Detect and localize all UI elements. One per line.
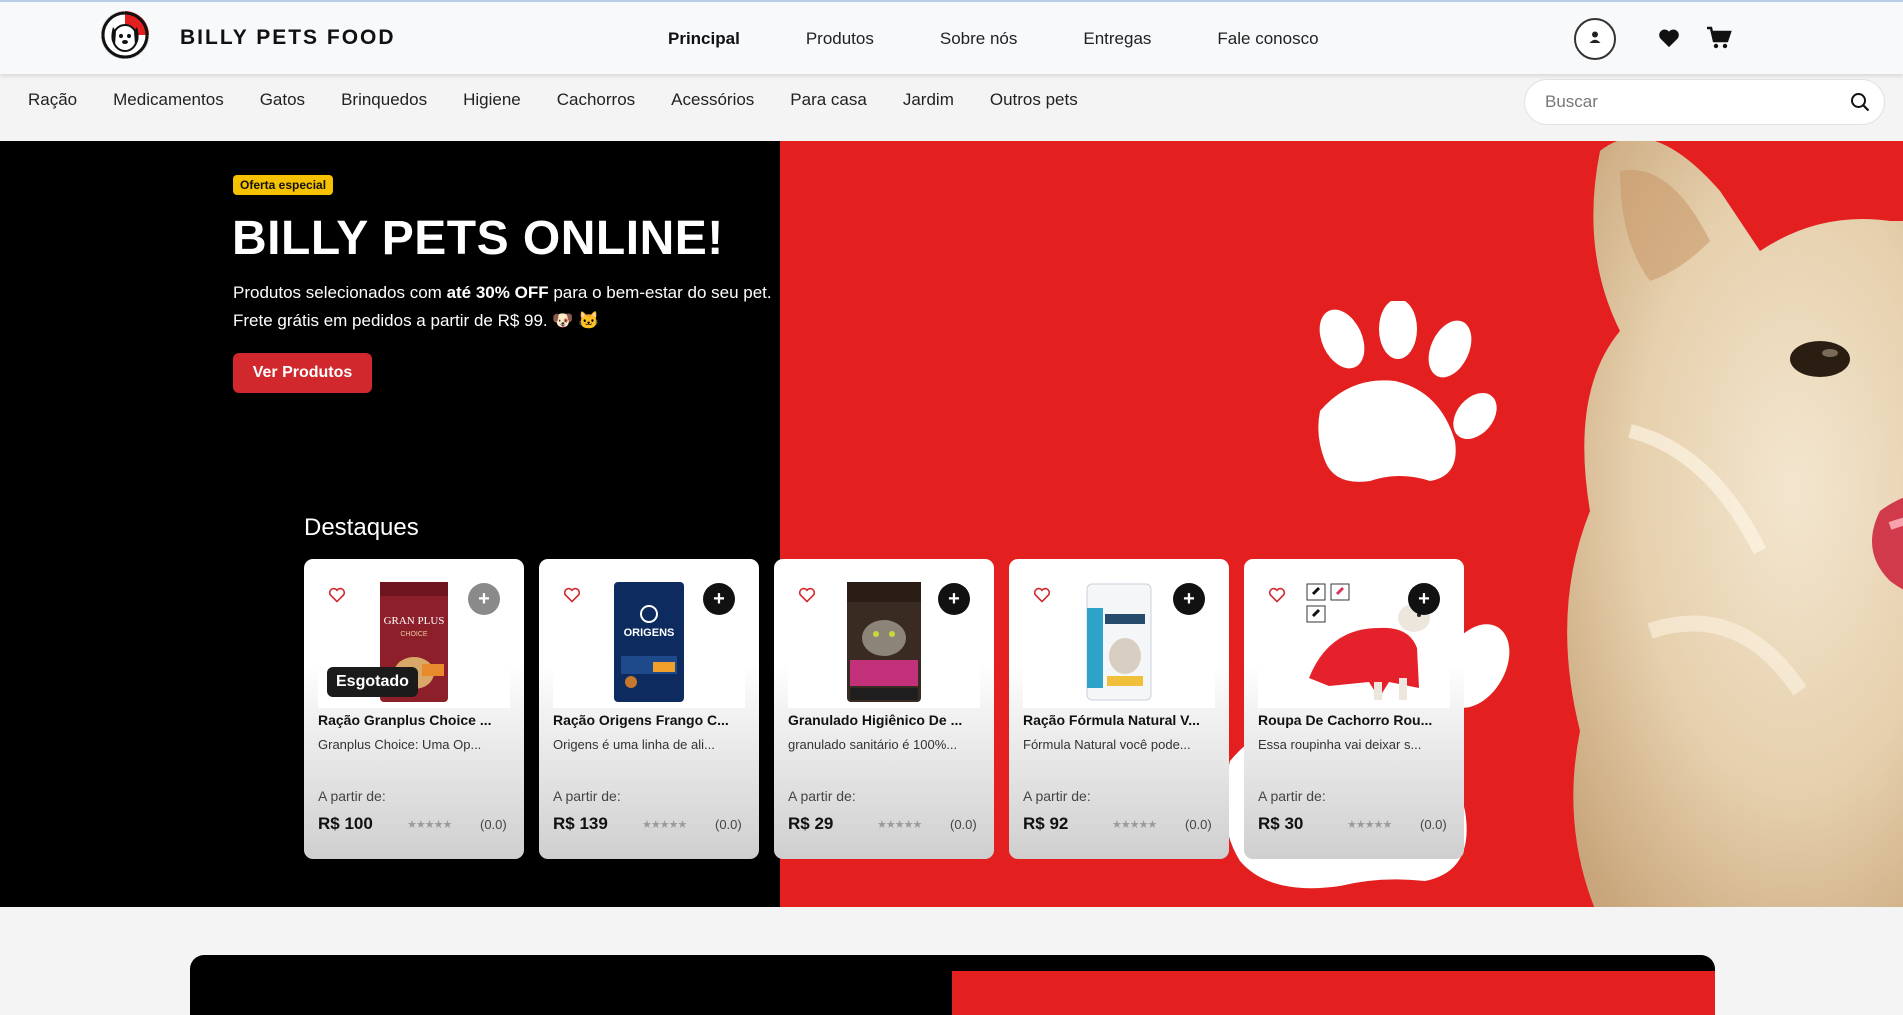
favorite-heart-icon[interactable] bbox=[328, 587, 346, 608]
package-label-granplus-sub: CHOICE bbox=[400, 631, 428, 638]
sold-out-badge: Esgotado bbox=[327, 667, 418, 697]
category-racao[interactable]: Ração bbox=[28, 90, 77, 110]
add-to-cart-button[interactable]: + bbox=[1173, 583, 1205, 615]
brand-logo[interactable] bbox=[101, 11, 149, 59]
product-price: R$ 139 bbox=[553, 814, 608, 833]
special-offer-badge: Oferta especial bbox=[233, 175, 334, 195]
nav-fale-conosco[interactable]: Fale conosco bbox=[1217, 29, 1318, 49]
section-title-destaques: Destaques bbox=[304, 514, 419, 541]
paw-print-icon bbox=[1318, 301, 1497, 482]
product-description: Essa roupinha vai deixar s... bbox=[1258, 737, 1422, 752]
main-nav: Principal Produtos Sobre nós Entregas Fa… bbox=[668, 29, 1385, 49]
price-label: A partir de: bbox=[1258, 788, 1326, 804]
product-description: Fórmula Natural você pode... bbox=[1023, 737, 1191, 752]
product-price: R$ 29 bbox=[788, 814, 834, 833]
favorites-heart-icon[interactable] bbox=[1658, 28, 1680, 53]
search-box bbox=[1524, 79, 1885, 125]
hero-banner: Oferta especial BILLY PETS ONLINE! Produ… bbox=[0, 141, 1903, 907]
hero-free-shipping: Frete grátis em pedidos a partir de R$ 9… bbox=[233, 311, 600, 330]
rating-stars: ★★★★★ bbox=[877, 819, 922, 831]
nav-produtos[interactable]: Produtos bbox=[806, 29, 874, 49]
category-medicamentos[interactable]: Medicamentos bbox=[113, 90, 224, 110]
rating-value: (0.0) bbox=[950, 817, 977, 832]
product-card[interactable]: GRAN PLUS CHOICE + Esgotado Ração Granpl… bbox=[304, 559, 524, 859]
rating-stars: ★★★★★ bbox=[1347, 819, 1392, 831]
search-input[interactable] bbox=[1545, 92, 1835, 112]
product-card[interactable]: ORIGENS + Ração Origens Frango C... Orig… bbox=[539, 559, 759, 859]
hero-subtitle: Produtos selecionados com até 30% OFF pa… bbox=[233, 283, 772, 303]
featured-products: GRAN PLUS CHOICE + Esgotado Ração Granpl… bbox=[304, 559, 1464, 859]
product-description: Origens é uma linha de ali... bbox=[553, 737, 715, 752]
product-name[interactable]: Ração Fórmula Natural V... bbox=[1023, 712, 1215, 728]
hero-title: BILLY PETS ONLINE! bbox=[232, 212, 724, 265]
nav-principal[interactable]: Principal bbox=[668, 29, 740, 49]
category-list: Ração Medicamentos Gatos Brinquedos Higi… bbox=[28, 90, 1114, 110]
category-para-casa[interactable]: Para casa bbox=[790, 90, 867, 110]
brand-name[interactable]: BILLY PETS FOOD bbox=[180, 26, 396, 50]
category-jardim[interactable]: Jardim bbox=[903, 90, 954, 110]
category-higiene[interactable]: Higiene bbox=[463, 90, 521, 110]
rating-value: (0.0) bbox=[1420, 817, 1447, 832]
price-label: A partir de: bbox=[788, 788, 856, 804]
rating-stars: ★★★★★ bbox=[407, 819, 452, 831]
price-label: A partir de: bbox=[318, 788, 386, 804]
product-price: R$ 100 bbox=[318, 814, 373, 833]
product-card[interactable]: + Ração Fórmula Natural V... Fórmula Nat… bbox=[1009, 559, 1229, 859]
add-to-cart-button[interactable]: + bbox=[703, 583, 735, 615]
product-price: R$ 30 bbox=[1258, 814, 1304, 833]
product-card[interactable]: + Granulado Higiênico De ... granulado s… bbox=[774, 559, 994, 859]
favorite-heart-icon[interactable] bbox=[563, 587, 581, 608]
product-description: granulado sanitário é 100%... bbox=[788, 737, 958, 752]
add-to-cart-button[interactable]: + bbox=[1408, 583, 1440, 615]
rating-value: (0.0) bbox=[715, 817, 742, 832]
category-outros-pets[interactable]: Outros pets bbox=[990, 90, 1078, 110]
secondary-promo-red-panel bbox=[952, 971, 1715, 1015]
secondary-promo-banner bbox=[190, 955, 1715, 1015]
top-header: BILLY PETS FOOD Principal Produtos Sobre… bbox=[0, 0, 1903, 74]
favorite-heart-icon[interactable] bbox=[1033, 587, 1051, 608]
hero-subtitle-post: para o bem-estar do seu pet. bbox=[548, 283, 772, 302]
rating-value: (0.0) bbox=[1185, 817, 1212, 832]
add-to-cart-button[interactable]: + bbox=[468, 583, 500, 615]
favorite-heart-icon[interactable] bbox=[1268, 587, 1286, 608]
category-gatos[interactable]: Gatos bbox=[260, 90, 305, 110]
product-name[interactable]: Ração Origens Frango C... bbox=[553, 712, 745, 728]
price-label: A partir de: bbox=[1023, 788, 1091, 804]
hero-subtitle-pre: Produtos selecionados com bbox=[233, 283, 447, 302]
product-description: Granplus Choice: Uma Op... bbox=[318, 737, 482, 752]
category-cachorros[interactable]: Cachorros bbox=[557, 90, 635, 110]
favorite-heart-icon[interactable] bbox=[798, 587, 816, 608]
hero-subtitle-discount: até 30% OFF bbox=[446, 283, 549, 302]
rating-stars: ★★★★★ bbox=[1112, 819, 1157, 831]
cart-icon[interactable] bbox=[1706, 26, 1732, 55]
rating-value: (0.0) bbox=[480, 817, 507, 832]
product-price: R$ 92 bbox=[1023, 814, 1069, 833]
price-label: A partir de: bbox=[553, 788, 621, 804]
product-name[interactable]: Granulado Higiênico De ... bbox=[788, 712, 980, 728]
category-bar: Ração Medicamentos Gatos Brinquedos Higi… bbox=[0, 74, 1903, 141]
package-label-origens: ORIGENS bbox=[624, 627, 675, 639]
nav-sobre-nos[interactable]: Sobre nós bbox=[940, 29, 1018, 49]
user-account-button[interactable] bbox=[1574, 18, 1616, 60]
rating-stars: ★★★★★ bbox=[642, 819, 687, 831]
category-acessorios[interactable]: Acessórios bbox=[671, 90, 754, 110]
category-brinquedos[interactable]: Brinquedos bbox=[341, 90, 427, 110]
nav-entregas[interactable]: Entregas bbox=[1083, 29, 1151, 49]
product-name[interactable]: Roupa De Cachorro Rou... bbox=[1258, 712, 1450, 728]
user-icon bbox=[1588, 30, 1602, 49]
dog-photo bbox=[1567, 141, 1903, 907]
product-card[interactable]: + Roupa De Cachorro Rou... Essa roupinha… bbox=[1244, 559, 1464, 859]
package-label-granplus: GRAN PLUS bbox=[384, 615, 445, 627]
add-to-cart-button[interactable]: + bbox=[938, 583, 970, 615]
search-icon[interactable] bbox=[1850, 92, 1870, 117]
view-products-button[interactable]: Ver Produtos bbox=[233, 353, 372, 393]
product-name[interactable]: Ração Granplus Choice ... bbox=[318, 712, 510, 728]
